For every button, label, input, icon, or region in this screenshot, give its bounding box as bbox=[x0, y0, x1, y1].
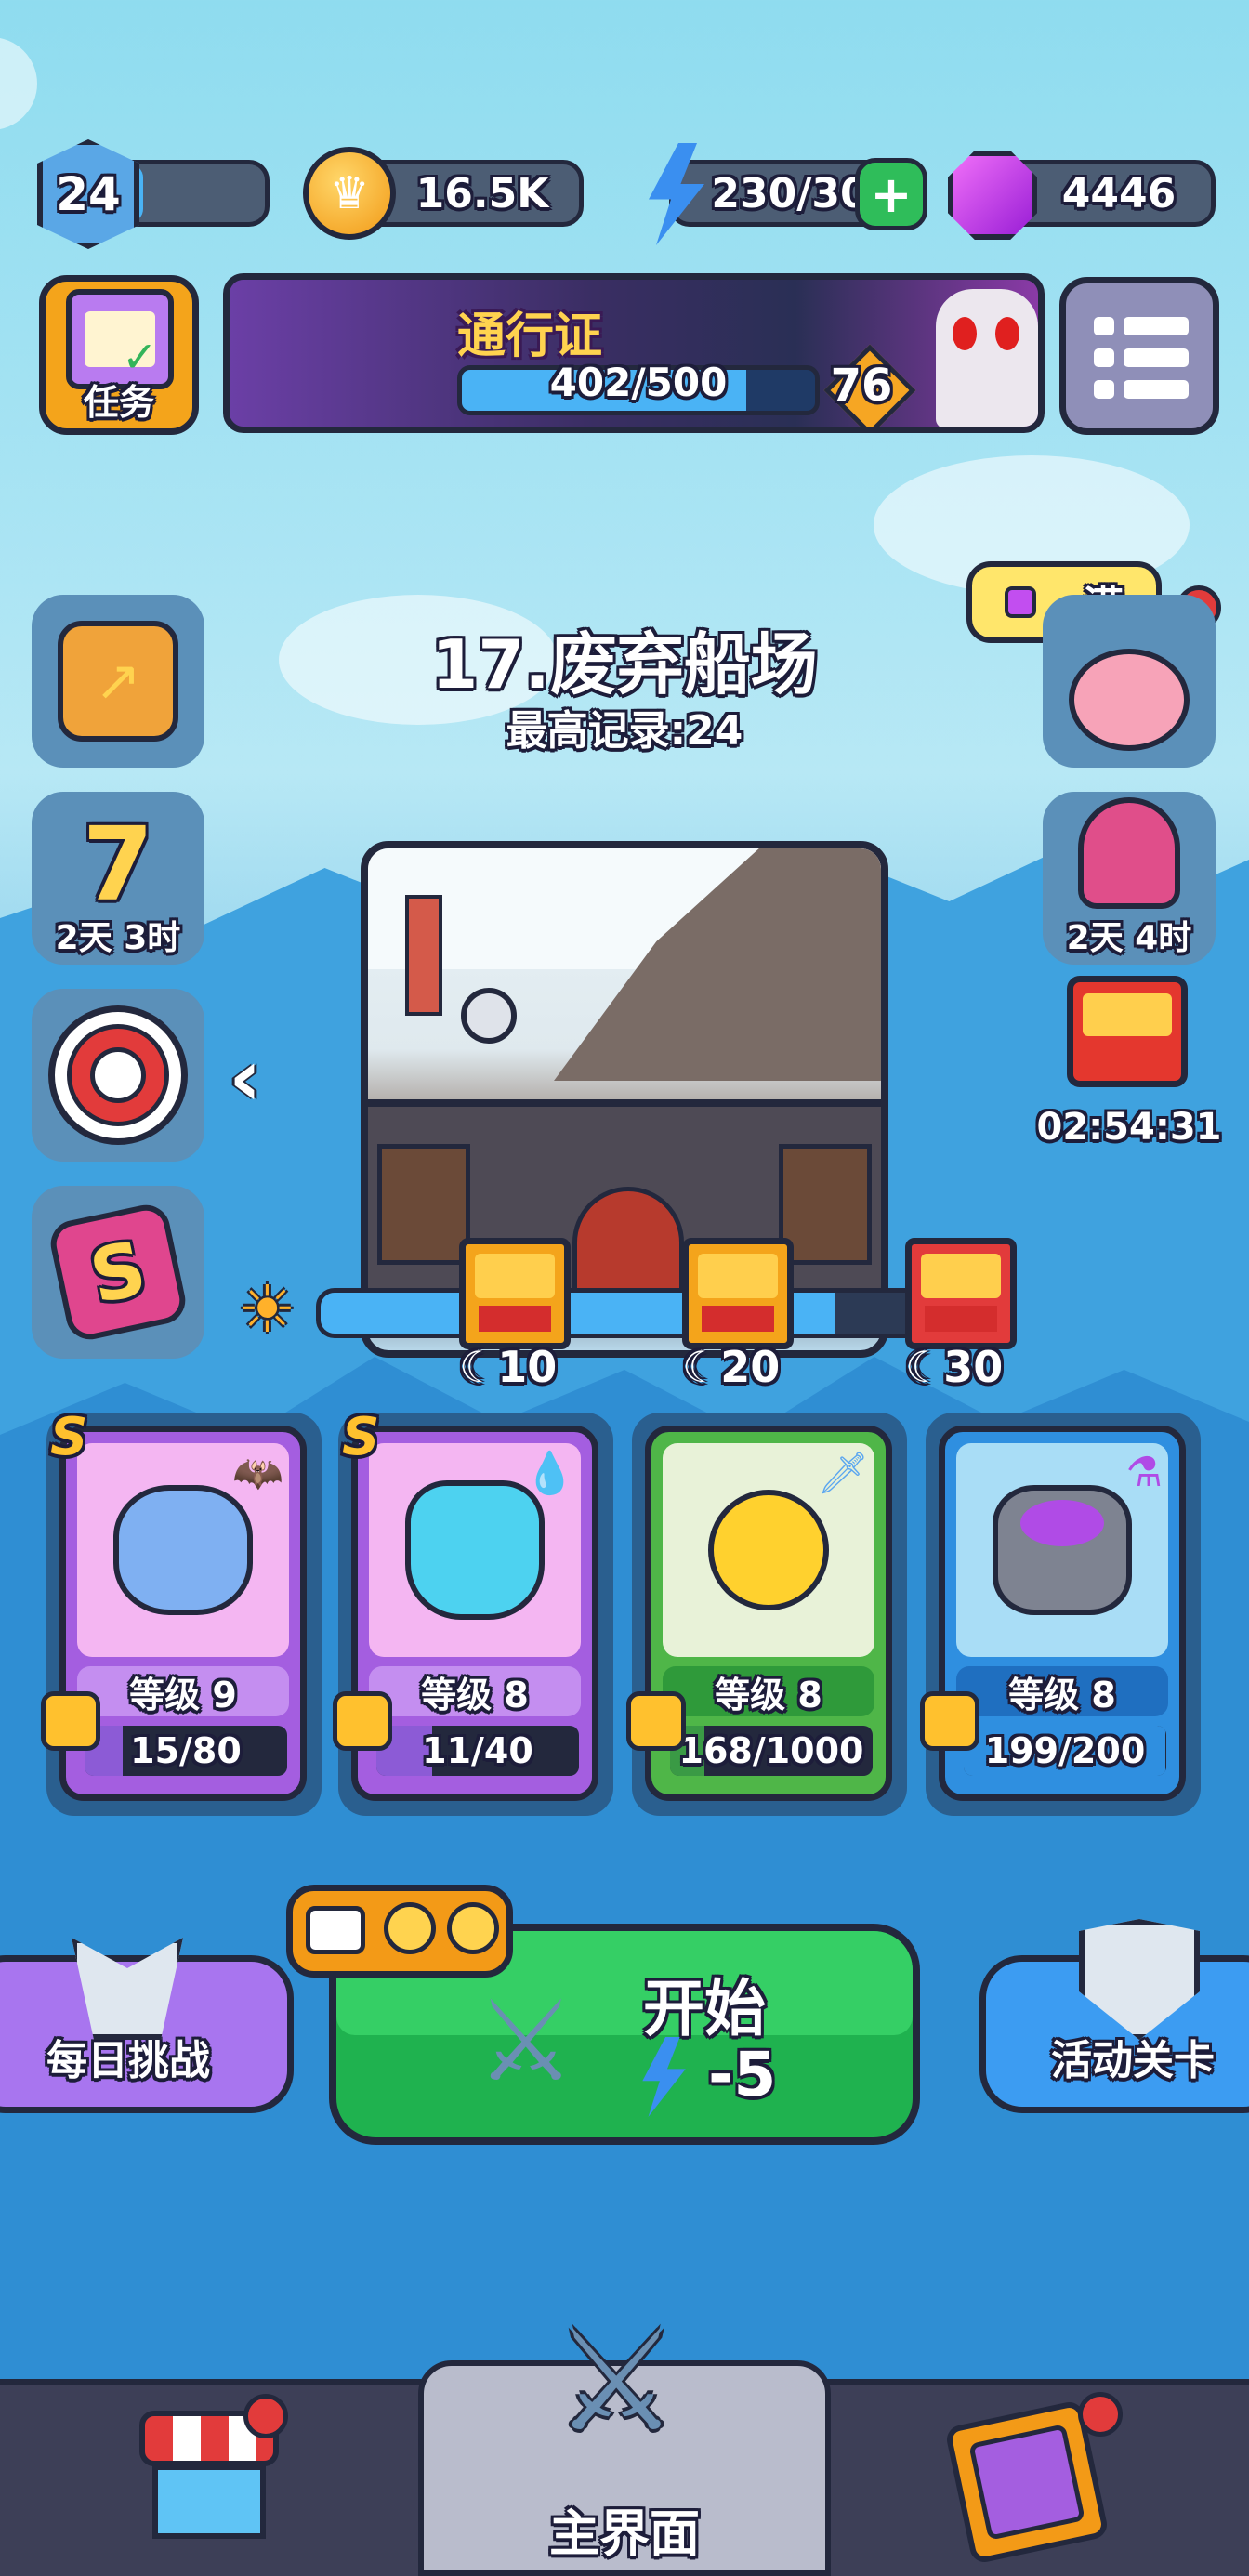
milestone-value: 10 bbox=[497, 1342, 558, 1392]
piggy-bank-icon bbox=[1069, 649, 1190, 751]
hero-card-slot[interactable]: 🗡 等级 8 168/1000 bbox=[626, 1413, 907, 1816]
crown-coin-icon: ♛ bbox=[303, 147, 396, 240]
player-level-value: 24 bbox=[56, 167, 121, 221]
stopwatch-target-icon bbox=[48, 1005, 188, 1145]
reward-chest-20[interactable] bbox=[682, 1238, 794, 1349]
nav-home-label: 主界面 bbox=[549, 2504, 700, 2563]
hero-shard-progress: 199/200 bbox=[964, 1726, 1166, 1776]
fan-prop bbox=[461, 988, 517, 1044]
pass-progress-text: 402/500 bbox=[549, 360, 728, 405]
hero-shard-count: 199/200 bbox=[984, 1730, 1146, 1771]
watch-video-boost-button[interactable] bbox=[286, 1885, 513, 1978]
cloud-decoration bbox=[0, 37, 37, 130]
battle-pass-banner[interactable]: 通行证 402/500 76 bbox=[223, 273, 1045, 433]
stage-gate bbox=[368, 1099, 881, 1302]
puzzle-piece-icon bbox=[333, 1691, 392, 1751]
piggy-bank-button[interactable] bbox=[1043, 595, 1216, 768]
hero-shard-progress: 168/1000 bbox=[670, 1726, 873, 1776]
banner-flag bbox=[405, 895, 442, 1016]
stage-reward-progress-bar bbox=[316, 1288, 929, 1338]
hero-shard-progress: 15/80 bbox=[85, 1726, 287, 1776]
crown-coin-icon bbox=[447, 1902, 499, 1954]
crossed-swords-icon: ⚔ bbox=[554, 2301, 679, 2463]
winged-shield-icon bbox=[1079, 1919, 1200, 2040]
daily-challenge-button[interactable]: 每日挑战 bbox=[0, 1938, 294, 2113]
collapse-chevron-left-icon[interactable]: ‹ bbox=[229, 1038, 284, 1118]
stage-name: 17.废弃船场 bbox=[431, 625, 818, 703]
treasure-chest-icon bbox=[1067, 976, 1188, 1087]
water-drop-icon: 💧 bbox=[524, 1450, 575, 1497]
milestone-label: ☾30 bbox=[905, 1342, 1004, 1392]
hero-offer-timer: 2天 4时 bbox=[1066, 919, 1192, 957]
quests-button[interactable]: ✓ 任务 bbox=[39, 275, 199, 435]
hero-shard-count: 11/40 bbox=[422, 1730, 533, 1771]
pass-character-art bbox=[936, 289, 1038, 427]
hero-offer-button[interactable]: 2天 4时 bbox=[1043, 792, 1216, 965]
seven-day-offer-timer: 2天 3时 bbox=[55, 919, 181, 957]
chest-timer: 02:54:31 bbox=[1036, 1106, 1222, 1149]
crossed-swords-icon: ⚔ bbox=[476, 1978, 576, 2107]
puzzle-piece-icon bbox=[626, 1691, 686, 1751]
puzzle-piece-icon bbox=[41, 1691, 100, 1751]
reward-chest-10[interactable] bbox=[459, 1238, 571, 1349]
s-card-icon: S bbox=[46, 1200, 191, 1345]
quests-label: 任务 bbox=[83, 382, 154, 423]
video-camera-icon bbox=[306, 1906, 365, 1954]
growth-fund-button[interactable]: ↗ bbox=[32, 595, 204, 768]
sword-icon: 🗡 bbox=[817, 1450, 869, 1497]
milestone-label: ☾10 bbox=[459, 1342, 558, 1392]
list-menu-icon bbox=[1094, 317, 1189, 399]
milestone-value: 30 bbox=[943, 1342, 1004, 1392]
hero-rarity: S bbox=[342, 1407, 380, 1467]
hero-card-slot[interactable]: S 🦇 等级 9 15/80 bbox=[41, 1407, 322, 1816]
menu-button[interactable] bbox=[1059, 277, 1219, 435]
hero-shard-count: 15/80 bbox=[130, 1730, 242, 1771]
seven-day-number: 7 bbox=[82, 805, 154, 924]
energy-value: 230/30 bbox=[711, 169, 869, 217]
add-energy-button[interactable]: + bbox=[855, 158, 927, 230]
hero-card-icon bbox=[968, 2424, 1085, 2541]
notification-dot bbox=[243, 2394, 288, 2438]
hero-shard-count: 168/1000 bbox=[678, 1730, 864, 1771]
hero-level: 等级 8 bbox=[956, 1666, 1168, 1716]
seven-day-offer-button[interactable]: 7 2天 3时 bbox=[32, 792, 204, 965]
milestone-value: 20 bbox=[720, 1342, 781, 1392]
puzzle-piece-icon bbox=[920, 1691, 979, 1751]
coins-value: 16.5K bbox=[415, 169, 549, 217]
hero-level: 等级 8 bbox=[663, 1666, 874, 1716]
hero-portrait-icon bbox=[1078, 797, 1180, 909]
money-bag-chart-icon: ↗ bbox=[58, 621, 178, 742]
boost-icon bbox=[384, 1902, 436, 1954]
hero-rarity: S bbox=[50, 1407, 88, 1467]
milestone-label: ☾20 bbox=[682, 1342, 781, 1392]
hero-shard-progress: 11/40 bbox=[376, 1726, 579, 1776]
reward-chest-30[interactable] bbox=[905, 1238, 1017, 1349]
potion-icon: ⚗ bbox=[1125, 1449, 1163, 1496]
bat-icon: 🦇 bbox=[232, 1450, 283, 1497]
energy-bolt-icon bbox=[642, 2037, 686, 2117]
hero-level: 等级 9 bbox=[77, 1666, 289, 1716]
hero-card-slot[interactable]: ⚗ 等级 8 199/200 bbox=[920, 1413, 1201, 1816]
start-energy-cost: -5 bbox=[708, 2039, 777, 2110]
stage-preview-card[interactable] bbox=[361, 841, 888, 1358]
plus-icon: + bbox=[870, 164, 913, 224]
stage-best-record: 最高记录:24 bbox=[506, 707, 743, 755]
event-stage-button[interactable]: 活动关卡 bbox=[979, 1919, 1249, 2113]
s-card-shop-button[interactable]: S bbox=[32, 1186, 204, 1359]
player-level-badge[interactable]: 24 bbox=[37, 139, 139, 249]
shop-stall-icon bbox=[152, 2464, 266, 2539]
nav-home-button[interactable]: ⚔ 主界面 bbox=[418, 2301, 831, 2576]
purple-gem-icon bbox=[948, 151, 1037, 240]
hero-level: 等级 8 bbox=[369, 1666, 581, 1716]
gems-value: 4446 bbox=[1061, 169, 1177, 217]
notification-dot bbox=[1078, 2392, 1123, 2437]
start-label: 开始 bbox=[643, 1973, 766, 2044]
pass-title: 通行证 bbox=[457, 309, 603, 364]
timed-chest-button[interactable]: 02:54:31 bbox=[1037, 966, 1221, 1162]
hero-card-slot[interactable]: S 💧 等级 8 11/40 bbox=[333, 1407, 613, 1816]
gem-icon bbox=[1005, 586, 1036, 618]
event-stage-label: 活动关卡 bbox=[1051, 2037, 1215, 2084]
timed-event-button[interactable] bbox=[32, 989, 204, 1162]
pass-level-value: 76 bbox=[830, 360, 893, 412]
